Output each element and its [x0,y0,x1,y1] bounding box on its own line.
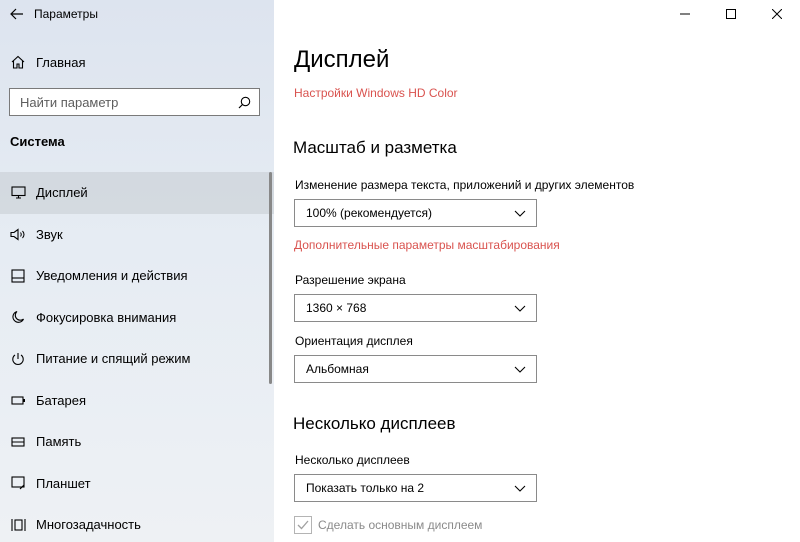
section-label: Система [10,134,65,149]
sidebar-nav: Дисплей Звук Уведомления и действия Фоку… [0,172,274,542]
checkmark-icon [297,520,309,530]
orientation-label: Ориентация дисплея [295,334,413,348]
orientation-value: Альбомная [306,362,369,376]
sidebar-item-tablet[interactable]: Планшет [0,463,274,505]
hd-color-link[interactable]: Настройки Windows HD Color [294,86,458,100]
storage-icon [0,437,36,447]
multi-display-heading: Несколько дисплеев [293,414,456,433]
scale-value: 100% (рекомендуется) [306,206,432,220]
chevron-down-icon [514,366,526,373]
search-input[interactable] [20,94,230,110]
arrow-left-icon [10,8,23,20]
sidebar-item-label: Фокусировка внимания [36,309,177,325]
sidebar-item-label: Многозадачность [36,517,141,533]
chevron-down-icon [514,210,526,217]
scale-dropdown[interactable]: 100% (рекомендуется) [294,199,537,227]
sidebar-item-sound[interactable]: Звук [0,214,274,256]
primary-display-label: Сделать основным дисплеем [318,518,483,532]
primary-display-checkbox[interactable] [294,516,312,534]
home-label: Главная [36,54,86,70]
tablet-icon [0,476,36,490]
sidebar-item-multitasking[interactable]: Многозадачность [0,504,274,542]
search-box[interactable] [9,88,260,116]
multi-display-dropdown[interactable]: Показать только на 2 [294,474,537,502]
primary-display-row: Сделать основным дисплеем [294,516,482,534]
search-icon[interactable] [238,96,251,109]
home-icon [0,55,36,69]
sidebar-item-display[interactable]: Дисплей [0,172,274,214]
scale-heading: Масштаб и разметка [293,138,457,157]
multi-display-value: Показать только на 2 [306,481,425,495]
multitasking-icon [0,518,36,532]
sidebar-item-label: Дисплей [36,185,88,201]
main-content: Дисплей Настройки Windows HD Color Масшт… [274,0,800,542]
battery-icon [0,396,36,405]
chevron-down-icon [514,485,526,492]
page-title: Дисплей [294,46,390,73]
back-button[interactable] [0,0,34,28]
resolution-dropdown[interactable]: 1360 × 768 [294,294,537,322]
sidebar-item-label: Планшет [36,475,91,491]
sidebar-item-label: Звук [36,226,63,242]
sidebar-item-label: Уведомления и действия [36,268,188,284]
resolution-value: 1360 × 768 [306,301,367,315]
sidebar-item-notifications[interactable]: Уведомления и действия [0,255,274,297]
orientation-dropdown[interactable]: Альбомная [294,355,537,383]
sidebar-item-storage[interactable]: Память [0,421,274,463]
sidebar-item-power[interactable]: Питание и спящий режим [0,338,274,380]
sidebar-item-battery[interactable]: Батарея [0,380,274,422]
speaker-icon [0,228,36,241]
sidebar-item-label: Питание и спящий режим [36,351,191,367]
scale-label: Изменение размера текста, приложений и д… [295,178,635,192]
sidebar: Параметры Главная Система Дисплей Звук У… [0,0,274,542]
power-icon [0,352,36,366]
notification-icon [0,269,36,283]
sidebar-home[interactable]: Главная [0,50,274,74]
sidebar-scrollbar[interactable] [269,172,272,384]
sidebar-item-focus-assist[interactable]: Фокусировка внимания [0,297,274,339]
chevron-down-icon [514,305,526,312]
monitor-icon [0,186,36,199]
window-title: Параметры [34,7,98,21]
multi-display-label: Несколько дисплеев [295,453,410,467]
moon-icon [0,310,36,324]
sidebar-item-label: Память [36,434,82,450]
title-bar: Параметры [0,0,274,28]
resolution-label: Разрешение экрана [295,273,406,287]
advanced-scaling-link[interactable]: Дополнительные параметры масштабирования [294,238,560,252]
sidebar-item-label: Батарея [36,392,87,408]
